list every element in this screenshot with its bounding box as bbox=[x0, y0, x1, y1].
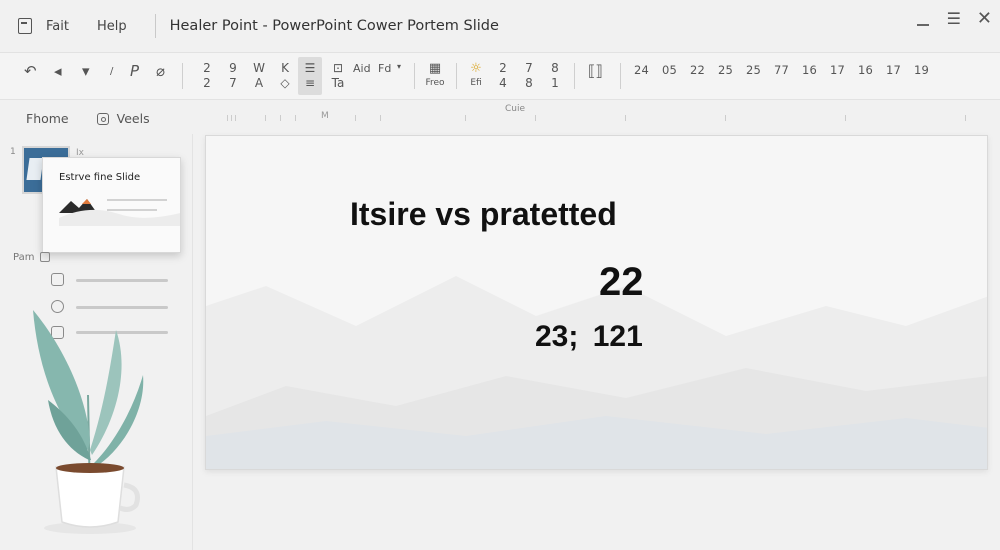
slash-icon[interactable]: / bbox=[110, 66, 113, 77]
ribbon-number[interactable]: 16 bbox=[802, 63, 817, 77]
undo-icon[interactable]: ↶ bbox=[24, 62, 37, 80]
app-icon[interactable] bbox=[18, 18, 32, 34]
panel-section-icon[interactable] bbox=[40, 252, 50, 262]
tab-views[interactable]: Veels bbox=[96, 111, 150, 126]
panel-row-placeholder bbox=[76, 279, 168, 282]
slide-values-text[interactable]: 23; 121 bbox=[535, 320, 643, 354]
horizontal-ruler: M bbox=[205, 111, 990, 123]
spacing-group-3[interactable]: 81 bbox=[546, 61, 564, 91]
ruler-mark: M bbox=[321, 111, 329, 121]
ribbon-divider bbox=[414, 63, 415, 89]
minimize-icon[interactable] bbox=[916, 24, 929, 26]
window-controls: ☰ ✕ bbox=[916, 10, 1000, 28]
title-bar: Fait Help Healer Point - PowerPoint Cowe… bbox=[0, 0, 1000, 52]
hamburger-menu-icon[interactable]: ☰ bbox=[947, 11, 961, 27]
freo-button[interactable]: ▦ Freo bbox=[424, 61, 446, 91]
sound-icon[interactable]: ◂ bbox=[54, 62, 62, 80]
text-direction-group[interactable]: ⊡ Ta bbox=[329, 61, 347, 91]
ribbon-number[interactable]: 16 bbox=[858, 63, 873, 77]
font-size-group-2[interactable]: 97 bbox=[224, 61, 242, 91]
aid-button[interactable]: Aid bbox=[353, 61, 371, 76]
slide-card-wave bbox=[59, 209, 180, 226]
ribbon-number[interactable]: 05 bbox=[662, 63, 677, 77]
close-icon[interactable]: ✕ bbox=[977, 10, 992, 28]
fd-dropdown[interactable]: Fd bbox=[378, 61, 391, 76]
align-justify-icon: ≡ bbox=[304, 76, 316, 90]
eraser-icon[interactable]: ⌀ bbox=[156, 62, 165, 80]
tab-home[interactable]: Fhome bbox=[26, 111, 69, 126]
view-tabs: Fhome Veels bbox=[26, 111, 178, 126]
efi-button[interactable]: ☼ Efi bbox=[466, 61, 486, 91]
ribbon-toolbar: ↶ ◂ ▾ / P ⌀ 22 97 WA K ◇ ☰ ≡ ⊡ Ta Aid Fd ▾ … bbox=[0, 52, 1000, 100]
menu-item-fait[interactable]: Fait bbox=[46, 19, 69, 34]
ribbon-divider bbox=[620, 63, 621, 89]
chevron-down-icon[interactable]: ▾ bbox=[397, 62, 401, 71]
ribbon-number[interactable]: 77 bbox=[774, 63, 789, 77]
ribbon-number[interactable]: 17 bbox=[830, 63, 845, 77]
format-group[interactable]: K ◇ bbox=[276, 61, 294, 91]
bracket-icon[interactable]: ⟦⟧ bbox=[588, 62, 603, 80]
title-divider bbox=[154, 14, 156, 38]
font-size-group-1[interactable]: 22 bbox=[198, 61, 216, 91]
slide-card-title: Estrve fine Slide bbox=[59, 172, 141, 183]
lightbulb-icon: ☼ bbox=[470, 61, 482, 76]
slide-canvas[interactable]: Itsire vs pratetted 22 23; 121 bbox=[205, 135, 988, 470]
ribbon-number[interactable]: 24 bbox=[634, 63, 649, 77]
plant-illustration bbox=[33, 310, 144, 534]
slide-big-number[interactable]: 22 bbox=[599, 260, 644, 305]
document-title: Healer Point - PowerPoint Cower Portem S… bbox=[169, 18, 499, 34]
text-tool-icon[interactable]: P bbox=[130, 62, 139, 80]
ribbon-divider bbox=[574, 63, 575, 89]
slide-title[interactable]: Itsire vs pratetted bbox=[350, 196, 617, 233]
slide-mountain-background bbox=[206, 276, 987, 469]
ribbon-number[interactable]: 17 bbox=[886, 63, 901, 77]
ribbon-number[interactable]: 19 bbox=[914, 63, 929, 77]
menu-item-help[interactable]: Help bbox=[97, 19, 127, 34]
ribbon-number[interactable]: 25 bbox=[718, 63, 733, 77]
ribbon-divider bbox=[182, 63, 183, 89]
spacing-group-1[interactable]: 24 bbox=[494, 61, 512, 91]
slide-preview-card[interactable]: Estrve fine Slide bbox=[42, 157, 181, 253]
slide-number: 1 bbox=[10, 147, 16, 157]
panel-divider bbox=[192, 134, 193, 550]
panel-section-label: Pam bbox=[13, 252, 35, 263]
layout-icon[interactable] bbox=[51, 273, 64, 286]
font-style-group[interactable]: WA bbox=[250, 61, 268, 91]
ribbon-number[interactable]: 25 bbox=[746, 63, 761, 77]
ribbon-divider bbox=[456, 63, 457, 89]
ribbon-number[interactable]: 22 bbox=[690, 63, 705, 77]
align-group[interactable]: ☰ ≡ bbox=[301, 61, 319, 91]
spacing-group-2[interactable]: 78 bbox=[520, 61, 538, 91]
views-icon bbox=[96, 112, 109, 125]
shape-fill-icon[interactable]: ▾ bbox=[82, 62, 90, 80]
layout-icon: ▦ bbox=[428, 61, 442, 76]
align-left-icon: ☰ bbox=[304, 61, 316, 75]
